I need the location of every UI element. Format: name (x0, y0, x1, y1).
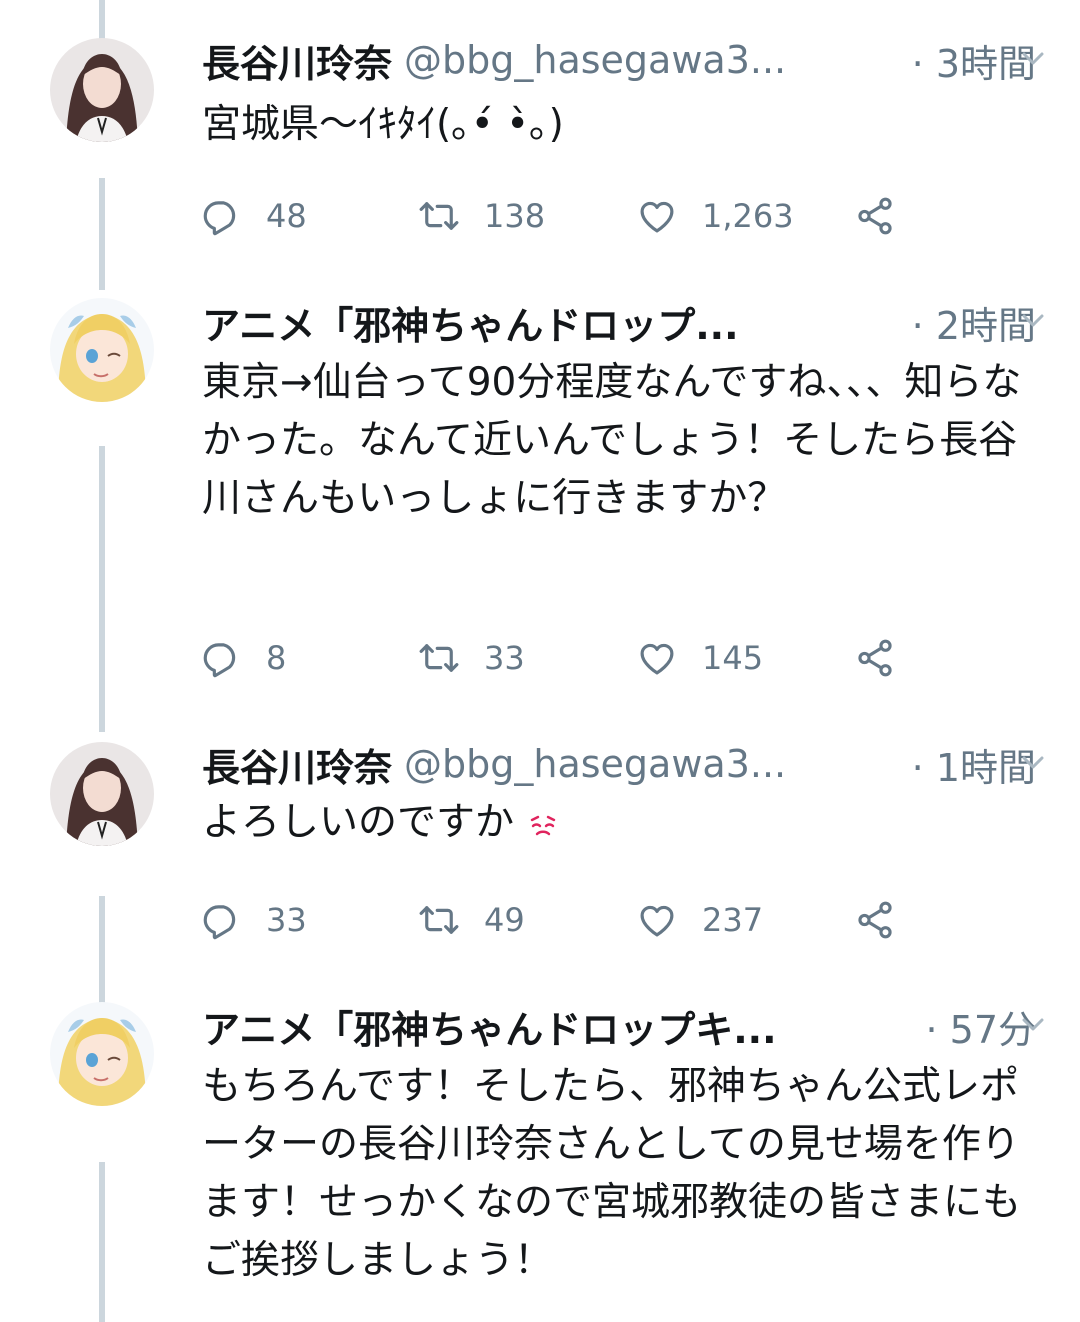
reply-count: 33 (266, 901, 307, 939)
heart-icon (636, 195, 678, 237)
timestamp[interactable]: · 2時間 (912, 295, 1036, 350)
tweet-header: 長谷川玲奈 @bbg_hasegawa3... · 1時間 (202, 734, 1036, 794)
retweet-button[interactable]: 49 (418, 890, 525, 950)
reply-button[interactable]: 8 (200, 628, 286, 688)
tweet-text: もちろんです！そしたら、邪神ちゃん公式レポーターの長谷川玲奈さんとしての見せ場を… (202, 1064, 1022, 1283)
like-button[interactable]: 145 (636, 628, 763, 688)
display-name[interactable]: 長谷川玲奈 (202, 737, 392, 792)
retweet-button[interactable]: 33 (418, 628, 525, 688)
heart-icon (636, 637, 678, 679)
timestamp[interactable]: · 1時間 (912, 737, 1036, 792)
user-handle[interactable]: @bbg_hasegawa3... (404, 38, 900, 82)
reply-button[interactable]: 48 (200, 186, 307, 246)
chevron-down-icon[interactable] (1022, 756, 1044, 770)
thread-line (99, 178, 105, 290)
timestamp[interactable]: · 3時間 (912, 33, 1036, 88)
tweet-actions: 48 138 1,263 (200, 186, 960, 246)
like-count: 145 (702, 639, 764, 677)
tweet-header: アニメ「邪神ちゃんドロップキ... · 57分 (202, 996, 1036, 1056)
share-icon (854, 195, 896, 237)
reply-icon (200, 899, 242, 941)
like-button[interactable]: 1,263 (636, 186, 794, 246)
chevron-down-icon[interactable] (1022, 314, 1044, 328)
reply-count: 48 (266, 197, 307, 235)
tweet-actions: 8 33 145 (200, 628, 960, 688)
avatar[interactable] (50, 298, 154, 402)
share-icon (854, 637, 896, 679)
tweet-header: アニメ「邪神ちゃんドロップ... · 2時間 (202, 292, 1036, 352)
display-name[interactable]: アニメ「邪神ちゃんドロップ... (202, 295, 739, 350)
thread-line (99, 446, 105, 732)
share-button[interactable] (854, 890, 920, 950)
tweet-text: よろしいのですか (202, 794, 1040, 852)
thread-line (99, 0, 105, 40)
reply-icon (200, 195, 242, 237)
display-name[interactable]: アニメ「邪神ちゃんドロップキ... (202, 999, 777, 1054)
thread-line (99, 1162, 105, 1322)
like-count: 1,263 (702, 197, 794, 235)
avatar[interactable] (50, 38, 154, 142)
timestamp[interactable]: · 57分 (925, 999, 1036, 1054)
heart-icon (636, 899, 678, 941)
like-count: 237 (702, 901, 764, 939)
avatar[interactable] (50, 742, 154, 846)
share-button[interactable] (854, 186, 920, 246)
pleading-face-emoji (531, 815, 556, 835)
retweet-count: 49 (484, 901, 525, 939)
reply-button[interactable]: 33 (200, 890, 307, 950)
retweet-icon (418, 899, 460, 941)
tweet-text: 宮城県〜ｲｷﾀｲ(｡•́ •̀｡) (202, 102, 564, 147)
retweet-count: 33 (484, 639, 525, 677)
tweet-header: 長谷川玲奈 @bbg_hasegawa3... · 3時間 (202, 30, 1036, 90)
reply-count: 8 (266, 639, 287, 677)
display-name[interactable]: 長谷川玲奈 (202, 33, 392, 88)
tweet-text-content: よろしいのですか (202, 800, 515, 845)
retweet-count: 138 (484, 197, 546, 235)
reply-icon (200, 637, 242, 679)
tweet-text: 東京→仙台って90分程度なんですね、、、知らなかった。なんて近いんでしょう！そし… (202, 360, 1022, 521)
thread-line (99, 896, 105, 1006)
retweet-icon (418, 195, 460, 237)
user-handle[interactable]: @bbg_hasegawa3... (404, 742, 900, 786)
share-icon (854, 899, 896, 941)
share-button[interactable] (854, 628, 920, 688)
chevron-down-icon[interactable] (1022, 1018, 1044, 1032)
retweet-icon (418, 637, 460, 679)
chevron-down-icon[interactable] (1022, 52, 1044, 66)
tweet-actions: 33 49 237 (200, 890, 960, 950)
like-button[interactable]: 237 (636, 890, 763, 950)
retweet-button[interactable]: 138 (418, 186, 545, 246)
avatar[interactable] (50, 1002, 154, 1106)
